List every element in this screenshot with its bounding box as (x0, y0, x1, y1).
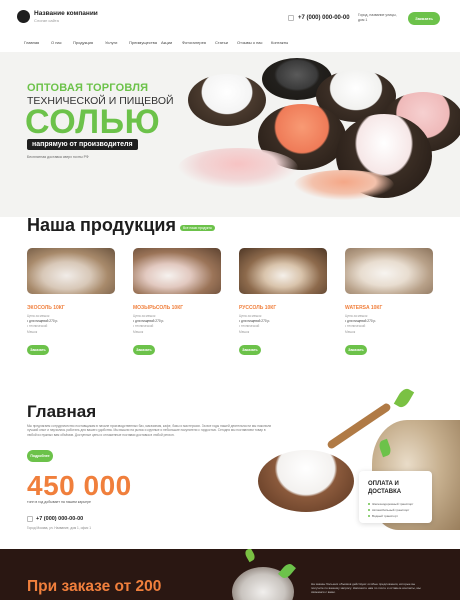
phone-icon (288, 15, 294, 21)
products-tag[interactable]: Все наши продукты (180, 225, 215, 231)
product-unit: Мешок (27, 330, 38, 334)
nav-item-reviews[interactable]: Отзывы о нас (237, 40, 271, 48)
product-image[interactable] (345, 248, 433, 294)
product-unit: Мешок (133, 330, 144, 334)
nav-item-contacts[interactable]: Контакты (271, 40, 301, 48)
hero-note: Бесплатная доставка сверх почты РФ (27, 155, 89, 159)
order-button[interactable]: Заказать (239, 345, 261, 355)
product-image[interactable] (133, 248, 221, 294)
salt-bowl-image (258, 450, 354, 512)
leaf-icon (243, 549, 257, 563)
delivery-card: ОПЛАТА И ДОСТАВКА Железнодорожный трансп… (359, 471, 432, 523)
big-number: 450 000 (27, 470, 132, 501)
product-image[interactable] (27, 248, 115, 294)
callback-button[interactable]: Заказать звонок (408, 12, 440, 34)
company-name[interactable]: Название компании (34, 10, 98, 17)
product-unit: Мешок (345, 330, 356, 334)
delivery-item: Железнодорожный транспорт (368, 502, 413, 506)
product-image[interactable] (239, 248, 327, 294)
header-phone[interactable]: +7 (000) 000-00-00 (298, 15, 350, 21)
product-price-tech: • технической (27, 324, 48, 328)
product-price-food: • для пищевой 270 р. (345, 319, 377, 323)
product-price-food: • для пищевой 270 р. (133, 319, 165, 323)
hero-title-line1: ОПТОВАЯ ТОРГОВЛЯ (27, 82, 149, 94)
product-name[interactable]: WATERSA 10КГ (345, 305, 382, 311)
logo-icon[interactable] (17, 10, 30, 23)
phone-icon (27, 516, 33, 522)
nav-item-services[interactable]: Услуги (105, 40, 129, 48)
order-button[interactable]: Заказать (133, 345, 155, 355)
product-card: РУССОЛЬ 10КГ Цена за мешок • для пищевой… (239, 248, 327, 355)
delivery-item: Автомобильный транспорт (368, 508, 409, 512)
nav-item-gallery[interactable]: Фотогалерея (182, 40, 215, 48)
main-title: Главная (27, 402, 97, 421)
product-name[interactable]: МОЗЫРЬСОЛЬ 10КГ (133, 305, 183, 311)
salt-pile-image (178, 148, 298, 188)
main-nav: Главная О нас Продукция Услуги Преимущес… (24, 40, 444, 48)
product-card: ЭКОСОЛЬ 10КГ Цена за мешок • для пищевой… (27, 248, 115, 355)
product-name[interactable]: ЭКОСОЛЬ 10КГ (27, 305, 65, 311)
leaf-icon (393, 386, 415, 410)
nav-item-articles[interactable]: Статьи (215, 40, 237, 48)
delivery-item: Водный транспорт (368, 514, 398, 518)
product-card: WATERSA 10КГ Цена за мешок • для пищевой… (345, 248, 433, 355)
order-button[interactable]: Заказать (345, 345, 367, 355)
product-price-label: Цена за мешок (239, 314, 262, 318)
header-address: Город, название улицы, дом 1 (358, 13, 397, 22)
hero-badge: напрямую от производителя (27, 139, 138, 150)
product-card: МОЗЫРЬСОЛЬ 10КГ Цена за мешок • для пище… (133, 248, 221, 355)
salt-bowl-image (188, 74, 266, 126)
company-slogan: Слоган сайта (34, 18, 59, 23)
product-price-label: Цена за мешок (133, 314, 156, 318)
nav-item-home[interactable]: Главная (24, 40, 51, 48)
product-price-food: • для пищевой 270 р. (27, 319, 59, 323)
salt-pile-image (294, 170, 394, 200)
main-address: Город Москва, ул. Название, дом 1, офис … (27, 526, 92, 530)
order-button[interactable]: Заказать (27, 345, 49, 355)
product-price-tech: • технической (345, 324, 366, 328)
product-price-tech: • технической (239, 324, 260, 328)
nav-item-products[interactable]: Продукция (73, 40, 105, 48)
hero-title-big: СОЛЬЮ (25, 103, 161, 141)
product-name[interactable]: РУССОЛЬ 10КГ (239, 305, 276, 311)
products-title: Наша продукция (27, 215, 176, 235)
product-price-tech: • технической (133, 324, 154, 328)
main-phone[interactable]: +7 (000) 000-00-00 (36, 516, 83, 522)
nav-item-advantages[interactable]: Преимущества (129, 40, 161, 48)
product-price-food: • для пищевой 270 р. (239, 319, 271, 323)
promo-text: На заказы больших объёмов действуют особ… (311, 582, 421, 594)
promo-title: При заказе от 200 (27, 578, 162, 595)
product-price-label: Цена за мешок (27, 314, 50, 318)
main-text: Мы предлагаем сотрудничество поставщикам… (27, 424, 272, 437)
nav-item-promotions[interactable]: Акции (161, 40, 182, 48)
product-price-label: Цена за мешок (345, 314, 368, 318)
big-number-caption: тонн в год добывает на нашем карьере (27, 500, 91, 504)
delivery-title: ОПЛАТА И ДОСТАВКА (368, 481, 402, 495)
product-unit: Мешок (239, 330, 250, 334)
nav-item-about[interactable]: О нас (51, 40, 73, 48)
more-button[interactable]: Подробнее (27, 450, 53, 462)
site-header: Название компании Слоган сайта +7 (000) … (0, 0, 460, 34)
